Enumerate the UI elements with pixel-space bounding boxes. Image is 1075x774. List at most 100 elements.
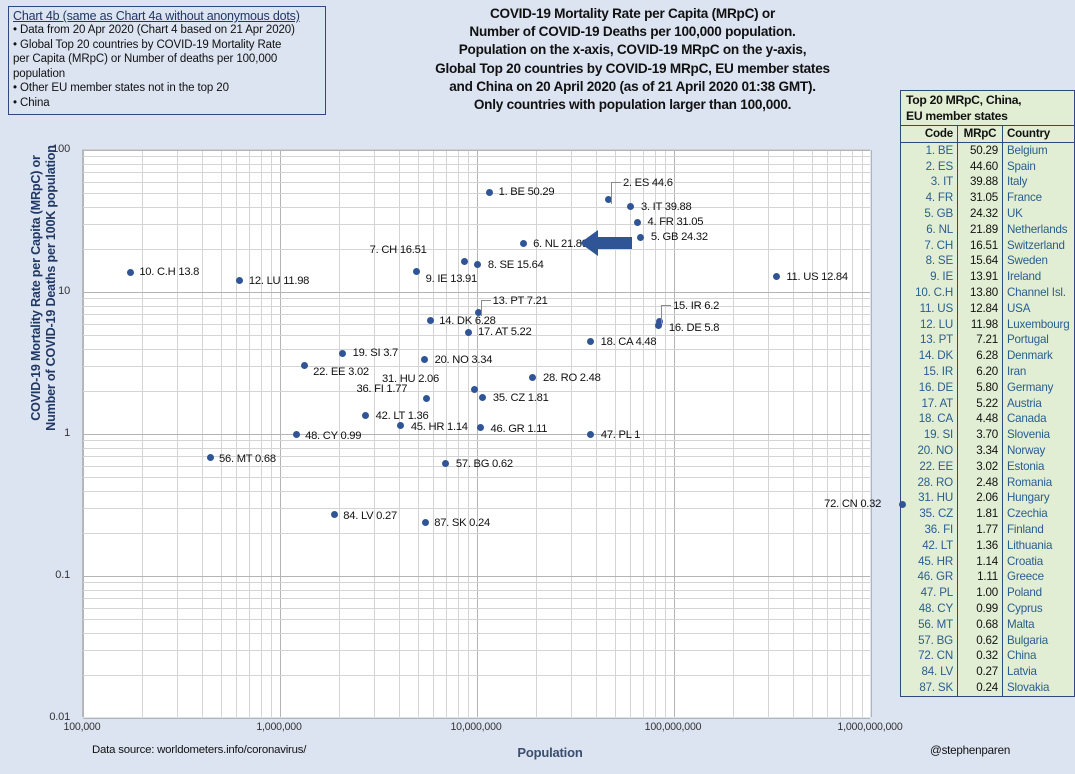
legend-cell-code: 36. FI (901, 521, 958, 538)
y-gridline (83, 447, 870, 449)
legend-cell-code: 19. SI (901, 427, 958, 443)
data-point-label: 14. DK 6.28 (439, 314, 496, 327)
y-axis-title-line1: COVID-19 Mortality Rate per Capita (MRpC… (28, 155, 43, 421)
legend-cell-country: Switzerland (1007, 238, 1065, 252)
data-point (421, 518, 429, 526)
data-point (587, 338, 595, 346)
legend-cell-code: 18. CA (901, 411, 958, 428)
data-point-label: 22. EE 3.02 (313, 365, 369, 378)
y-gridline (83, 508, 870, 510)
y-gridline (83, 249, 870, 251)
legend-cell-mrpc: 15.64 (957, 253, 1003, 270)
x-tick-label: 100,000 (63, 721, 101, 733)
data-point (236, 277, 244, 285)
legend-cell-country: Sweden (1007, 254, 1048, 268)
legend-row: 56. MT 0.68 Malta (901, 616, 1074, 633)
legend-row: 48. CY 0.99 Cyprus (901, 600, 1074, 617)
left-arrow-icon (580, 230, 632, 256)
y-gridline (83, 224, 870, 226)
data-point-label: 15. IR 6.2 (673, 300, 720, 313)
legend-row: 4. FR 31.05 France (901, 190, 1074, 206)
data-point-label: 7. CH 16.51 (369, 244, 427, 257)
legend-cell-code: 45. HR (901, 553, 958, 570)
y-gridline (83, 607, 870, 609)
data-point-label: 56. MT 0.68 (219, 452, 276, 465)
x-tick-label: 1,000,000,000 (837, 721, 903, 733)
legend-cell-code: 2. ES (901, 158, 958, 175)
legend-header-line1: Top 20 MRpC, China, (906, 93, 1022, 107)
legend-cell-country: Germany (1007, 380, 1054, 394)
label-leader-line (610, 181, 621, 183)
data-point-label: 3. IT 39.88 (640, 200, 692, 213)
legend-row: 84. LV 0.27 Latvia (901, 664, 1074, 680)
data-point (126, 268, 134, 276)
data-point-label: 10. C.H 13.8 (139, 266, 200, 279)
legend-cell-mrpc: 11.98 (957, 316, 1003, 333)
legend-row: 18. CA 4.48 Canada (901, 411, 1074, 428)
legend-row: 5. GB 24.32 UK (901, 205, 1074, 222)
legend-cell-country: Spain (1007, 159, 1036, 173)
legend-cell-mrpc: 13.91 (957, 269, 1003, 285)
data-point-label: 19. SI 3.7 (352, 347, 399, 360)
legend-cell-code: 28. RO (901, 474, 958, 491)
data-point-label: 36. FI 1.77 (356, 382, 408, 395)
legend-cell-code: 7. CH (901, 237, 958, 254)
data-point-label: 17. AT 5.22 (478, 326, 532, 339)
data-point-label: 45. HR 1.14 (410, 420, 468, 433)
data-point-label: 57. BG 0.62 (455, 458, 513, 471)
data-point-label: 47. PL 1 (600, 429, 641, 441)
data-point (292, 431, 300, 439)
title-line: Global Top 20 countries by COVID-19 MRpC… (435, 60, 830, 76)
legend-cell-code: 48. CY (901, 600, 958, 617)
legend-row: 12. LU 11.98 Luxembourg (901, 316, 1074, 333)
legend-cell-country: Ireland (1007, 270, 1042, 284)
legend-cell-code: 14. DK (901, 348, 958, 364)
y-gridline (83, 298, 870, 300)
legend-cell-code: 16. DE (901, 379, 958, 396)
data-point (634, 218, 641, 226)
legend-cell-code: 6. NL (901, 221, 958, 238)
data-point-label: 72. CN 0.32 (824, 498, 882, 511)
legend-cell-code: 12. LU (901, 316, 958, 333)
data-point-label: 1. BE 50.29 (498, 186, 555, 199)
data-point (772, 273, 780, 281)
legend-cell-code: 35. CZ (901, 506, 958, 522)
legend-cell-country: Luxembourg (1007, 317, 1070, 331)
y-gridline (83, 533, 870, 535)
legend-cell-code: 57. BG (901, 632, 958, 649)
legend-row: 31. HU 2.06 Hungary (901, 490, 1074, 507)
legend-cell-mrpc: 24.32 (957, 205, 1003, 222)
y-gridline (83, 181, 870, 183)
legend-header: Top 20 MRpC, China, EU member states (901, 91, 1074, 125)
data-point-label: 9. IE 13.91 (425, 272, 478, 285)
y-gridline (83, 163, 870, 165)
legend-cell-mrpc: 2.06 (957, 490, 1003, 507)
legend-row: 57. BG 0.62 Bulgaria (901, 632, 1074, 649)
legend-cell-mrpc: 1.81 (957, 506, 1003, 522)
data-point (330, 511, 338, 519)
legend-row: 46. GR 1.11 Greece (901, 569, 1074, 586)
legend-cell-country: Iran (1007, 364, 1027, 378)
chart-title: COVID-19 Mortality Rate per Capita (MRpC… (360, 5, 905, 114)
legend-cell-country: Netherlands (1007, 222, 1068, 236)
legend-cell-mrpc: 44.60 (957, 158, 1003, 175)
legend-cell-country: Latvia (1007, 665, 1037, 679)
legend-cell-code: 13. PT (901, 332, 958, 349)
data-point (362, 411, 370, 419)
label-leader-line (610, 181, 612, 204)
legend-row: 28. RO 2.48 Romania (901, 474, 1074, 491)
legend-cell-code: 5. GB (901, 205, 958, 222)
legend-row: 3. IT 39.88 Italy (901, 174, 1074, 191)
data-point (486, 188, 494, 196)
title-line: COVID-19 Mortality Rate per Capita (MRpC… (489, 6, 776, 21)
label-leader-line (480, 300, 491, 302)
legend-cell-code: 11. US (901, 300, 958, 317)
legend-cell-mrpc: 0.24 (957, 679, 1003, 696)
legend-cell-country: France (1007, 191, 1042, 205)
legend-row: 1. BE 50.29 Belgium (901, 142, 1074, 159)
legend-cell-mrpc: 3.70 (957, 427, 1003, 443)
data-point (479, 393, 487, 401)
legend-cell-code: 56. MT (901, 616, 958, 633)
y-gridline (83, 675, 870, 677)
data-point-label: 4. FR 31.05 (647, 216, 704, 229)
